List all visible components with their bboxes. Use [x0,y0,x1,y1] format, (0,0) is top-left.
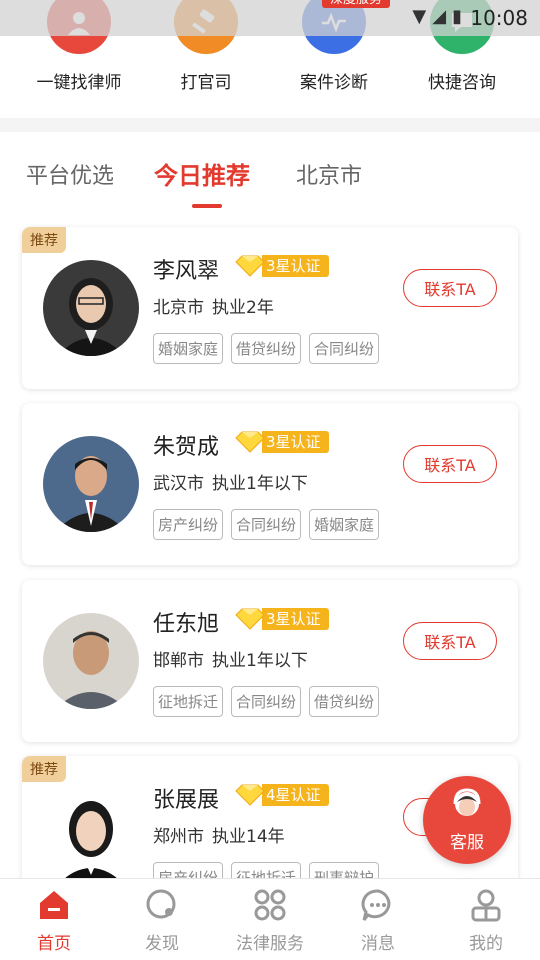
lawyer-meta: 郑州市 执业14年 [153,822,285,847]
lawyer-name: 朱贺成 [153,435,220,460]
specialty-tag: 婚姻家庭 [309,509,380,540]
promo-tag: 深度服务 [322,0,391,8]
home-icon [36,887,72,923]
specialty-tags: 房产纠纷 合同纠纷 婚姻家庭 [153,509,380,540]
tab-beijing[interactable]: 北京市 [296,158,362,190]
tab-platform-pick[interactable]: 平台优选 [26,158,114,190]
lawyer-experience: 执业1年以下 [212,474,308,494]
customer-service-label: 客服 [450,833,484,853]
nav-profile[interactable]: 我的 [436,887,536,954]
lawyer-card[interactable]: 朱贺成 3星认证 武汉市 执业1年以下 房产纠纷 合同纠纷 婚姻家庭 联系TA [22,403,518,565]
diamond-icon [234,254,266,278]
lawyer-card[interactable]: 推荐 李风翠 3星认证 北京市 执业2年 婚姻家庭 借贷纠纷 合同纠纷 联系TA [22,227,518,389]
nav-messages[interactable]: 消息 [328,887,428,954]
services-grid-icon [252,887,288,923]
certification-badge: 4星认证 [234,783,329,807]
recommend-tag: 推荐 [22,756,66,782]
quick-action-label: 打官司 [180,73,232,93]
lawyer-name: 张展展 [153,788,220,813]
specialty-tag: 借贷纠纷 [309,686,380,717]
recommend-tag: 推荐 [22,227,66,253]
specialty-tag: 合同纠纷 [231,509,302,540]
contact-button[interactable]: 联系TA [403,445,497,483]
discover-icon [144,887,180,923]
lawyer-meta: 邯郸市 执业1年以下 [153,646,308,671]
nav-discover[interactable]: 发现 [112,887,212,954]
nav-legal-services[interactable]: 法律服务 [220,887,320,954]
quick-action-label: 案件诊断 [300,73,368,93]
lawyer-name: 任东旭 [153,612,220,637]
avatar [43,260,139,356]
quick-action-label: 快捷咨询 [428,73,496,93]
avatar [43,613,139,709]
lawyer-experience: 执业1年以下 [212,651,308,671]
diamond-icon [234,430,266,454]
status-bar: 深度服务 ▼◢▮ 10:08 [0,0,540,36]
profile-icon [468,887,504,923]
specialty-tags: 婚姻家庭 借贷纠纷 合同纠纷 [153,333,380,364]
message-icon [360,887,396,923]
contact-button[interactable]: 联系TA [403,622,497,660]
signal-battery-icons: ▼◢▮ [412,6,468,27]
contact-button[interactable]: 联系TA [403,269,497,307]
lawyer-city: 郑州市 [153,827,204,847]
lawyer-city: 北京市 [153,298,204,318]
tab-today-recommend[interactable]: 今日推荐 [154,156,250,191]
status-time: 10:08 [470,6,528,30]
lawyer-meta: 武汉市 执业1年以下 [153,469,308,494]
certification-badge: 3星认证 [234,254,329,278]
specialty-tags: 征地拆迁 合同纠纷 借贷纠纷 [153,686,380,717]
specialty-tag: 婚姻家庭 [153,333,224,364]
active-tab-indicator [192,204,222,208]
nav-home[interactable]: 首页 [4,887,104,954]
specialty-tag: 合同纠纷 [309,333,380,364]
quick-action-label: 一键找律师 [36,73,122,93]
lawyer-card[interactable]: 任东旭 3星认证 邯郸市 执业1年以下 征地拆迁 合同纠纷 借贷纠纷 联系TA [22,580,518,742]
specialty-tag: 合同纠纷 [231,686,302,717]
lawyer-meta: 北京市 执业2年 [153,293,274,318]
avatar [43,789,139,885]
lawyer-city: 武汉市 [153,474,204,494]
lawyer-city: 邯郸市 [153,651,204,671]
avatar [43,436,139,532]
specialty-tag: 征地拆迁 [153,686,224,717]
specialty-tag: 借贷纠纷 [231,333,302,364]
certification-badge: 3星认证 [234,607,329,631]
headset-agent-icon [449,788,485,830]
specialty-tag: 房产纠纷 [153,509,224,540]
lawyer-name: 李风翠 [153,259,220,284]
customer-service-button[interactable]: 客服 [423,776,511,864]
diamond-icon [234,607,266,631]
diamond-icon [234,783,266,807]
bottom-nav: 首页 发现 法律服务 消息 我的 [0,878,540,960]
lawyer-experience: 执业14年 [212,827,285,847]
lawyer-experience: 执业2年 [212,298,274,318]
category-tabs: 平台优选 今日推荐 北京市 [0,132,540,218]
certification-badge: 3星认证 [234,430,329,454]
